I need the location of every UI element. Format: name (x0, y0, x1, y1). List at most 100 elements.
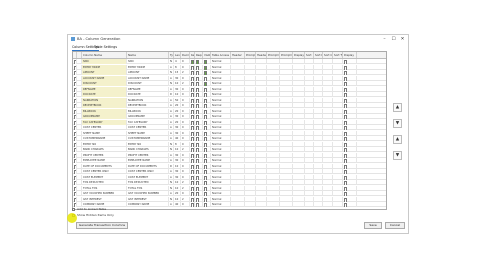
cell-name[interactable]: DOCDATE (127, 92, 169, 97)
cell-len[interactable]: 10 (174, 163, 181, 169)
cell-len[interactable]: 10 (174, 92, 181, 97)
cell-name[interactable]: SHEET NAME (127, 130, 169, 136)
menu-tab-table-settings[interactable]: Table Settings (94, 44, 117, 50)
cell-col[interactable]: GROUPNAME (82, 114, 127, 119)
table-row[interactable]: GROUPNAME GROUPNAME A 30 0 Normal (73, 114, 386, 119)
row-checkbox-disp[interactable] (344, 115, 347, 119)
cell-acc[interactable]: Normal (211, 147, 231, 152)
row-checkbox-req[interactable] (196, 164, 199, 169)
column-header[interactable]: Display Ordinal (293, 52, 305, 58)
cell-req[interactable] (195, 130, 203, 136)
cell-vis[interactable] (203, 103, 211, 108)
cell-name[interactable]: ENTRY NO (127, 141, 169, 147)
cell-dec[interactable]: 0 (181, 141, 190, 147)
cell-col[interactable]: DISCOUNT (82, 81, 127, 86)
row-checkbox-vis[interactable] (204, 76, 207, 81)
cell-len[interactable]: 30 (174, 130, 181, 136)
column-header[interactable]: Header Row (256, 52, 267, 58)
cell-disp[interactable] (343, 108, 357, 114)
cell-dec[interactable]: 0 (181, 75, 190, 81)
row-checkbox-vis[interactable] (204, 159, 207, 163)
table-row[interactable]: TOTAL TDS TOTAL TDS N 10 2 Normal (73, 185, 386, 191)
cell-col[interactable]: ACCOUNT NAME (82, 75, 127, 81)
cell-name[interactable]: TOTAL TDS (127, 185, 169, 191)
cell-len[interactable]: 8 (174, 64, 181, 70)
column-header[interactable]: Sort (305, 52, 314, 58)
cell-req[interactable] (195, 163, 203, 169)
cell-len[interactable]: 8 (174, 141, 181, 147)
cell-req[interactable] (195, 92, 203, 97)
cell-len[interactable]: 30 (174, 86, 181, 92)
cell-len[interactable]: 10 (174, 147, 181, 152)
row-checkbox-key[interactable] (191, 93, 194, 97)
cell-name[interactable]: EMPLOYEE NAME (127, 158, 169, 163)
cell-name[interactable]: ENTRY MODE (127, 64, 169, 70)
cell-len[interactable]: 10 (174, 196, 181, 202)
cell-vis[interactable] (203, 191, 211, 196)
cell-acc[interactable]: Normal (211, 125, 231, 130)
cell-disp[interactable] (343, 180, 357, 185)
cell-acc[interactable]: Normal (211, 141, 231, 147)
cell-name[interactable]: ACCOUNT NAME (127, 75, 169, 81)
row-checkbox-key[interactable] (191, 104, 194, 108)
row-checkbox-disp[interactable] (344, 65, 347, 70)
row-checkbox-vis[interactable] (204, 153, 207, 158)
move-bottom-button[interactable]: ▼ (393, 151, 402, 160)
cell-dec[interactable]: 0 (181, 108, 190, 114)
row-checkbox-vis[interactable] (204, 164, 207, 169)
row-checkbox-disp[interactable] (344, 159, 347, 163)
cell-vis[interactable] (203, 70, 211, 75)
cell-col[interactable]: REFNAME (82, 86, 127, 92)
cell-disp[interactable] (343, 59, 357, 64)
row-checkbox-vis[interactable] (204, 181, 207, 185)
column-header[interactable]: Sort Desc (314, 52, 323, 58)
cell-req[interactable] (195, 114, 203, 119)
cell-dec[interactable]: 2 (181, 81, 190, 86)
cell-vis[interactable] (203, 180, 211, 185)
cell-col[interactable]: TAX CATEGORY (82, 119, 127, 125)
maximize-button[interactable]: ☐ (389, 35, 398, 44)
option-show-hidden[interactable]: Show Hidden Items Only (72, 213, 114, 218)
cell-req[interactable] (195, 169, 203, 174)
row-checkbox-disp[interactable] (344, 93, 347, 97)
cell-disp[interactable] (343, 119, 357, 125)
cell-vis[interactable] (203, 202, 211, 207)
row-checkbox-req[interactable] (196, 153, 199, 158)
row-checkbox-disp[interactable] (344, 98, 347, 103)
row-checkbox-key[interactable] (191, 65, 194, 70)
cell-col[interactable]: RECEIPTBOOK (82, 103, 127, 108)
cell-disp[interactable] (343, 169, 357, 174)
cell-name[interactable]: DISCOUNT (127, 81, 169, 86)
row-checkbox-vis[interactable] (204, 98, 207, 103)
row-checkbox-disp[interactable] (344, 148, 347, 152)
cell-req[interactable] (195, 103, 203, 108)
cell-req[interactable] (195, 64, 203, 70)
row-checkbox-disp[interactable] (344, 120, 347, 125)
table-row[interactable]: ENTRY NO ENTRY NO N 8 0 Normal (73, 141, 386, 147)
table-row[interactable]: TDS DEDUCTED TDS DEDUCTED N 10 2 Normal (73, 180, 386, 185)
cell-vis[interactable] (203, 169, 211, 174)
column-header[interactable]: Length (174, 52, 181, 58)
cell-disp[interactable] (343, 86, 357, 92)
column-header[interactable]: Prompt Width (245, 52, 256, 58)
cell-dec[interactable]: 0 (181, 97, 190, 103)
table-row[interactable]: GST VOUCHER NUMBER GST VOUCHER NUMBER A 20 0… (73, 191, 386, 196)
cell-name[interactable]: REFNAME (127, 86, 169, 92)
table-row[interactable]: ACCOUNT NAME ACCOUNT NAME A 30 0 Normal (73, 75, 386, 81)
cell-len[interactable]: 4 (174, 59, 181, 64)
table-row[interactable]: SNO SNO N 4 0 Normal (73, 59, 386, 64)
cell-len[interactable]: 30 (174, 174, 181, 180)
row-checkbox-key[interactable] (191, 142, 194, 147)
row-checkbox-key[interactable] (191, 159, 194, 163)
table-row[interactable]: REFNAME REFNAME A 30 0 Normal (73, 86, 386, 92)
cell-dec[interactable]: 0 (181, 64, 190, 70)
cell-req[interactable] (195, 174, 203, 180)
row-checkbox-req[interactable] (196, 192, 199, 196)
row-checkbox-req[interactable] (196, 104, 199, 108)
cell-dec[interactable]: 0 (181, 174, 190, 180)
cell-disp[interactable] (343, 70, 357, 75)
cell-req[interactable] (195, 202, 203, 207)
cell-name[interactable]: BANK CHARGES (127, 147, 169, 152)
cell-name[interactable]: COST CENTER ONLY (127, 169, 169, 174)
row-checkbox-key[interactable] (191, 170, 194, 174)
